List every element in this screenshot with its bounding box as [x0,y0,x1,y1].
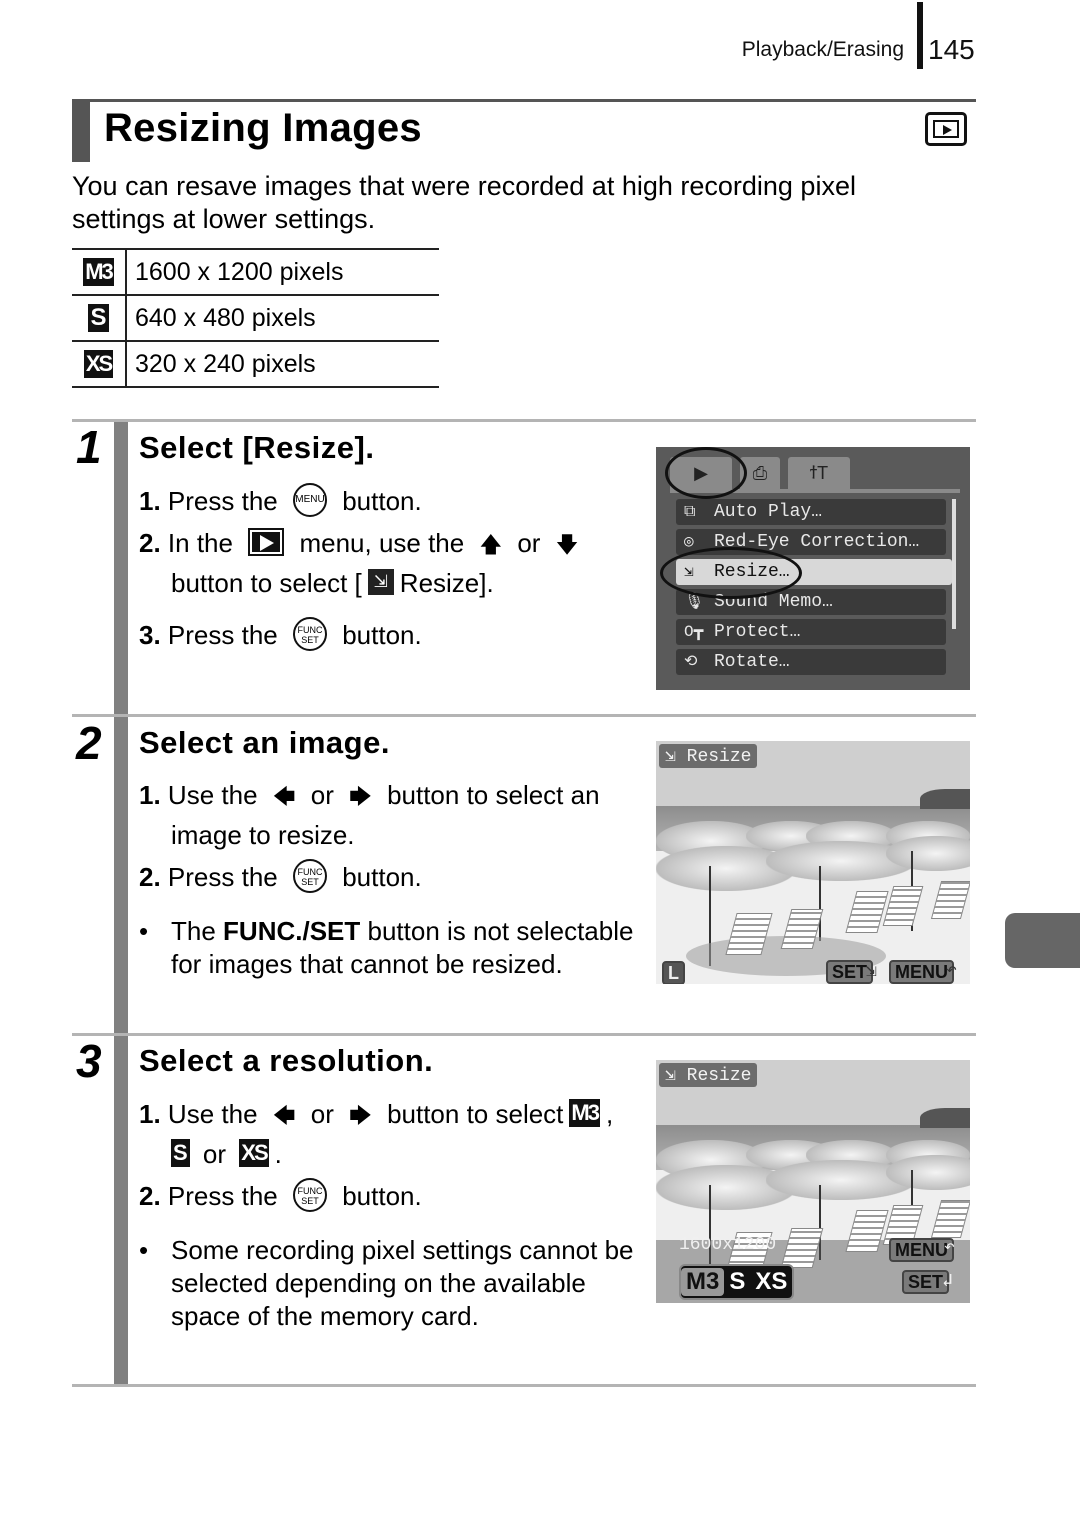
step-title: Select an image. [139,725,390,760]
step-3-instructions: 1. Use the 🡄 or 🡆 button to select M3, S … [139,1095,644,1215]
step-divider [72,1384,976,1387]
func-set-button-icon: FUNC SET [292,1178,327,1213]
left-arrow-icon: 🡄 [272,784,296,809]
resolution-xs-icon: XS [83,350,113,378]
resolution-text: 1600 x 1200 pixels [135,257,344,286]
back-icon: ↶ [944,1238,955,1258]
step-2-bar [114,717,128,1033]
auto-play-icon: ⧉ [684,503,696,521]
instruction-line: 1. Use the 🡄 or 🡆 button to select M3, [139,1095,644,1135]
instruction-line: 2. In the menu, use the 🡅 or 🡇 [139,524,644,564]
step-title: Select a resolution. [139,1043,434,1078]
menu-scrollbar[interactable] [952,499,956,629]
title-marker [72,102,90,162]
menu-button[interactable]: MENU [889,960,954,984]
step-2-instructions: 1. Use the 🡄 or 🡆 button to select an im… [139,776,644,896]
instruction-line: 2. Press the FUNC SET button. [139,1177,644,1215]
section-label: Playback/Erasing [741,38,904,61]
right-arrow-icon: 🡆 [349,1103,372,1128]
page-number: 145 [928,34,975,65]
resize-icon: ⇲ [866,962,877,982]
resolution-s-icon: S [88,304,109,332]
resolution-row: XS 320 x 240 pixels [72,342,439,388]
step-number: 1 [76,421,102,473]
enter-icon: ↲ [942,1272,953,1292]
option-xs[interactable]: XS [750,1268,792,1296]
instruction-continuation: button to select [⇲ Resize]. [171,568,494,599]
resize-icon: ⇲ [367,569,394,596]
step-1-bar [114,422,128,714]
resolution-m3-icon: M3 [83,258,114,286]
step-divider [72,419,976,422]
resolution-s-icon: S [171,1139,190,1168]
resolution-text: 640 x 480 pixels [135,303,316,332]
menu-item-rotate[interactable]: ⟲ Rotate… [676,649,946,675]
highlight-circle-resize [660,547,802,599]
note-bullet: • The FUNC./SET button is not selectable… [139,916,634,979]
note-bullet: • Some recording pixel settings cannot b… [139,1235,634,1331]
page-title: Resizing Images [104,106,422,150]
step-3-bar [114,1036,128,1384]
instruction-continuation: S or XS. [171,1139,282,1169]
option-s[interactable]: S [724,1268,750,1296]
func-set-button-icon: FUNC SET [292,859,327,894]
resize-mode-label: ⇲ Resize [659,744,758,768]
resolution-select-screen: ⇲ Resize 1600x1200 MENU ↶ SET ↲ M3 S XS [656,1060,970,1303]
image-select-screen: ⇲ Resize L SET ⇲ MENU ↶ [656,741,970,984]
instruction-line: 3. Press the FUNC SET button. [139,616,644,654]
step-divider [72,714,976,717]
instruction-line: 1. Use the 🡄 or 🡆 button to select an [139,776,644,816]
resolution-readout: 1600x1200 [679,1235,777,1255]
resolution-row: M3 1600 x 1200 pixels [72,250,439,296]
right-arrow-icon: 🡆 [349,784,372,809]
step-1-instructions: 1. Press the MENU button. 2. In the menu… [139,482,644,654]
title-rule [72,99,976,102]
resize-mode-label: ⇲ Resize [659,1063,758,1087]
resolution-xs-icon: XS [239,1139,269,1168]
instruction-line: 2. Press the FUNC SET button. [139,858,644,896]
step-divider [72,1033,976,1036]
header-divider [917,2,923,69]
option-m3[interactable]: M3 [681,1268,725,1296]
highlight-circle-tab [665,447,747,499]
resolution-options: M3 S XS [679,1264,795,1300]
step-number: 2 [76,717,102,769]
instruction-continuation: image to resize. [171,820,355,850]
key-icon: O┳ [684,623,704,641]
resolution-table: M3 1600 x 1200 pixels S 640 x 480 pixels… [72,248,439,388]
resolution-text: 320 x 240 pixels [135,349,316,378]
size-indicator: L [662,961,685,984]
resolution-row: S 640 x 480 pixels [72,296,439,342]
menu-button-icon: MENU [292,483,327,518]
step-number: 3 [76,1035,102,1087]
down-arrow-icon: 🡇 [555,532,579,558]
menu-item-protect[interactable]: O┳ Protect… [676,619,946,645]
menu-item-auto-play[interactable]: ⧉ Auto Play… [676,499,946,525]
instruction-line: 1. Press the MENU button. [139,482,644,520]
left-arrow-icon: 🡄 [272,1103,296,1128]
step-title: Select [Resize]. [139,430,375,465]
tab-setup[interactable]: ϯT [788,457,850,489]
func-set-button-icon: FUNC SET [292,617,327,652]
back-icon: ↶ [946,961,957,981]
playback-mode-icon [925,112,967,146]
resolution-m3-icon: M3 [569,1099,600,1128]
playback-menu-icon [248,528,285,557]
up-arrow-icon: 🡅 [479,532,503,558]
rotate-icon: ⟲ [684,653,698,671]
intro-text: You can resave images that were recorded… [72,171,856,234]
chapter-tab[interactable] [1005,913,1080,968]
